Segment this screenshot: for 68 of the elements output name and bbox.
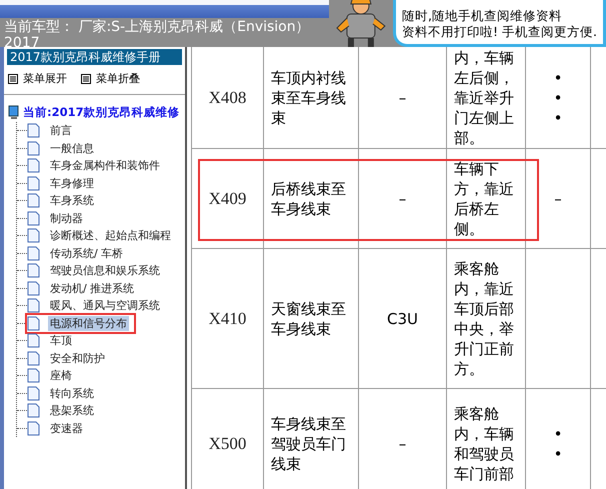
document-icon [27,298,40,314]
tree-item[interactable]: 传动系统/ 车桥 [48,246,126,261]
table-cell: 车顶内衬线束至车身线束 [264,47,359,149]
bullet-mark: • [554,88,562,108]
tree-item[interactable]: 一般信息 [48,140,96,156]
tree-item[interactable]: 车顶 [48,333,74,348]
bullet-mark: • [554,424,562,444]
menu-icon [81,74,91,84]
table-cell: – [359,47,447,149]
tree-item[interactable]: 诊断概述、起始点和编程 [48,228,173,244]
banner-text: 资料不用打印啦! 手机查阅更方便. [402,24,597,40]
document-icon [27,333,40,348]
menu-toggle-button[interactable]: 菜单展开 [8,71,67,86]
document-icon [27,193,40,208]
table-cell: C3U [359,249,447,389]
table-cell: 后桥线束至车身线束 [264,149,359,249]
table-cell: – [359,389,447,489]
tree-item[interactable]: 制动器 [48,210,85,226]
table-cell: 内，车辆左后侧，靠近举升门左侧上部。 [447,47,526,149]
document-icon [27,316,40,331]
document-icon [27,210,40,226]
bullet-mark: • [554,68,562,88]
document-icon [27,420,40,436]
document-icon [27,368,40,384]
computer-icon [8,105,20,120]
banner-text: 随时,随地手机查阅维修资料 [402,8,564,24]
table-cell: 车身线束至驾驶员车门线束 [264,389,359,489]
current-vehicle-text: 当前车型： 厂家:S-上海别克昂科威（Envision）2017 [3,18,311,47]
table-cell: 乘客舱内，靠近车顶后部中央，举升门正前方。 [447,249,526,389]
tree-root-label: 当前:2017款别克昂科威维修 [23,105,180,120]
document-icon [27,280,40,296]
document-icon [27,140,40,156]
menu-toggle-button[interactable]: 菜单折叠 [81,71,140,86]
document-icon [27,123,40,138]
tree-item[interactable]: 车身修理 [48,176,96,191]
tree-item[interactable]: 车身系统 [48,193,96,208]
tree-item[interactable]: 暖风、通风与空调系统 [48,298,162,314]
document-icon [27,263,40,278]
document-icon [27,246,40,261]
bullet-mark: • [554,444,562,464]
document-icon [27,403,40,418]
manual-title: 2017款别克昂科威维修手册 [7,49,182,65]
bullet-mark: – [554,188,562,208]
table-cell: X410 [192,249,264,389]
tree-item[interactable]: 车身金属构件和装饰件 [48,158,162,174]
document-icon [27,176,40,191]
table-cell: 乘客舱内，车辆和驾驶员车门前部 [447,389,526,489]
tree-item[interactable]: 变速器 [48,420,85,436]
tree-item[interactable]: 驾驶员信息和娱乐系统 [48,263,162,278]
tree-item[interactable]: 电源和信号分布 [48,316,129,331]
table-cell: 车辆下方，靠近后桥左侧。 [447,149,526,249]
tree-item[interactable]: 悬架系统 [48,403,96,418]
document-icon [27,228,40,244]
table-cell: 天窗线束至车身线束 [264,249,359,389]
table-cell: – [359,149,447,249]
table-cell: X408 [192,47,264,149]
tree-item[interactable]: 安全和防护 [48,350,107,366]
document-icon [27,386,40,401]
tree-item[interactable]: 发动机/ 推进系统 [48,280,136,296]
table-cell: X500 [192,389,264,489]
table-cell: X409 [192,149,264,249]
menu-icon [8,74,18,84]
document-icon [27,350,40,366]
document-icon [27,158,40,174]
bullet-mark: • [554,108,562,128]
tree-item[interactable]: 座椅 [48,368,74,384]
tree-item[interactable]: 转向系统 [48,386,96,401]
tree-item[interactable]: 前言 [48,123,74,138]
